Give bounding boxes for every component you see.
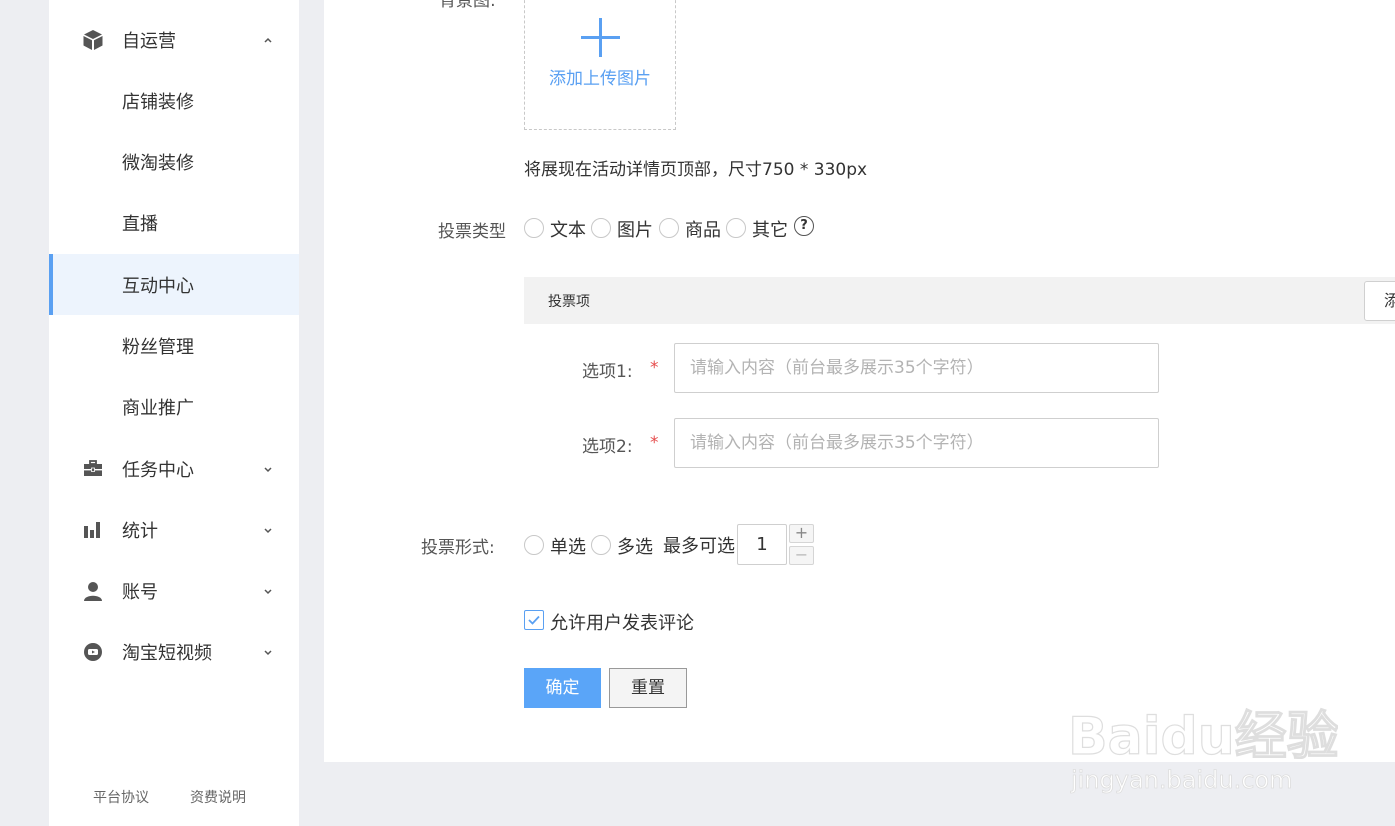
upload-text: 添加上传图片 [549, 69, 651, 89]
sidebar-item-account[interactable]: 账号 [49, 560, 299, 621]
platform-agreement-link[interactable]: 平台协议 [93, 787, 149, 807]
vote-type-product-label[interactable]: 商品 [685, 216, 721, 242]
multi-choice-label[interactable]: 多选 [617, 533, 653, 559]
sidebar-item-label: 商业推广 [122, 397, 194, 419]
decrement-button[interactable]: − [789, 546, 814, 565]
sidebar-item-statistics[interactable]: 统计 [49, 499, 299, 560]
sidebar: 自运营 店铺装修 微淘装修 直播 互动中心 粉丝管理 商业推广 任务中心 统计 [49, 0, 299, 826]
allow-comment-checkbox[interactable] [524, 610, 544, 630]
vote-type-label: 投票类型 [438, 222, 506, 242]
sidebar-item-weitao-decoration[interactable]: 微淘装修 [49, 131, 299, 192]
sidebar-item-self-operation[interactable]: 自运营 [49, 9, 299, 70]
upload-image-button[interactable]: 添加上传图片 [524, 0, 676, 130]
confirm-button[interactable]: 确定 [524, 668, 601, 708]
multi-choice-radio[interactable] [591, 535, 611, 555]
check-icon [528, 615, 540, 625]
help-icon[interactable]: ? [794, 216, 814, 236]
vote-type-image-label[interactable]: 图片 [617, 216, 653, 242]
chevron-down-icon [261, 523, 275, 537]
background-hint: 将展现在活动详情页顶部，尺寸750 * 330px [524, 160, 868, 180]
sidebar-item-promotion[interactable]: 商业推广 [49, 376, 299, 437]
required-mark: * [650, 433, 659, 453]
sidebar-item-label: 店铺装修 [122, 91, 194, 113]
sidebar-item-label: 淘宝短视频 [122, 642, 212, 664]
max-select-input[interactable]: 1 [737, 524, 787, 565]
video-icon [82, 641, 104, 663]
option-1-input[interactable] [674, 343, 1159, 393]
required-mark: * [650, 358, 659, 378]
increment-button[interactable]: + [789, 524, 814, 543]
sidebar-item-label: 统计 [122, 520, 158, 542]
chevron-down-icon [261, 584, 275, 598]
user-icon [82, 580, 104, 602]
vote-items-header: 投票项 添加 [524, 277, 1395, 324]
sidebar-item-label: 粉丝管理 [122, 336, 194, 358]
plus-icon-bar [581, 36, 620, 39]
option-2-label: 选项2: [582, 437, 633, 457]
vote-type-other-label[interactable]: 其它 [752, 216, 788, 242]
cube-icon [82, 29, 104, 51]
background-image-label: 背景图: [439, 0, 496, 11]
sidebar-item-label: 微淘装修 [122, 152, 194, 174]
add-option-button[interactable]: 添加 [1364, 281, 1395, 321]
sidebar-item-label: 账号 [122, 581, 158, 603]
vote-type-product-radio[interactable] [659, 218, 679, 238]
vote-type-image-radio[interactable] [591, 218, 611, 238]
single-choice-label[interactable]: 单选 [550, 533, 586, 559]
vote-type-text-radio[interactable] [524, 218, 544, 238]
sidebar-item-label: 任务中心 [122, 459, 194, 481]
max-select-label: 最多可选 [663, 536, 735, 557]
sidebar-item-store-decoration[interactable]: 店铺装修 [49, 70, 299, 131]
briefcase-icon [82, 458, 104, 480]
chevron-up-icon [261, 33, 275, 47]
vote-type-other-radio[interactable] [726, 218, 746, 238]
option-1-label: 选项1: [582, 362, 633, 382]
fee-description-link[interactable]: 资费说明 [190, 787, 246, 807]
sidebar-item-label: 互动中心 [122, 275, 194, 297]
sidebar-item-live[interactable]: 直播 [49, 192, 299, 253]
single-choice-radio[interactable] [524, 535, 544, 555]
allow-comment-label[interactable]: 允许用户发表评论 [550, 609, 694, 635]
option-2-input[interactable] [674, 418, 1159, 468]
chevron-down-icon [261, 462, 275, 476]
sidebar-item-label: 直播 [122, 213, 158, 235]
vote-form-label: 投票形式: [421, 538, 495, 558]
watermark-url: jingyan.baidu.com [1070, 766, 1292, 794]
reset-button[interactable]: 重置 [609, 668, 687, 708]
sidebar-item-short-video[interactable]: 淘宝短视频 [49, 621, 299, 682]
sidebar-item-interaction-center[interactable]: 互动中心 [49, 254, 299, 315]
sidebar-item-fans[interactable]: 粉丝管理 [49, 315, 299, 376]
bar-chart-icon [82, 519, 104, 541]
vote-items-title: 投票项 [548, 294, 590, 310]
sidebar-item-label: 自运营 [122, 30, 176, 52]
vote-type-text-label[interactable]: 文本 [550, 216, 586, 242]
chevron-down-icon [261, 645, 275, 659]
sidebar-item-task-center[interactable]: 任务中心 [49, 438, 299, 499]
